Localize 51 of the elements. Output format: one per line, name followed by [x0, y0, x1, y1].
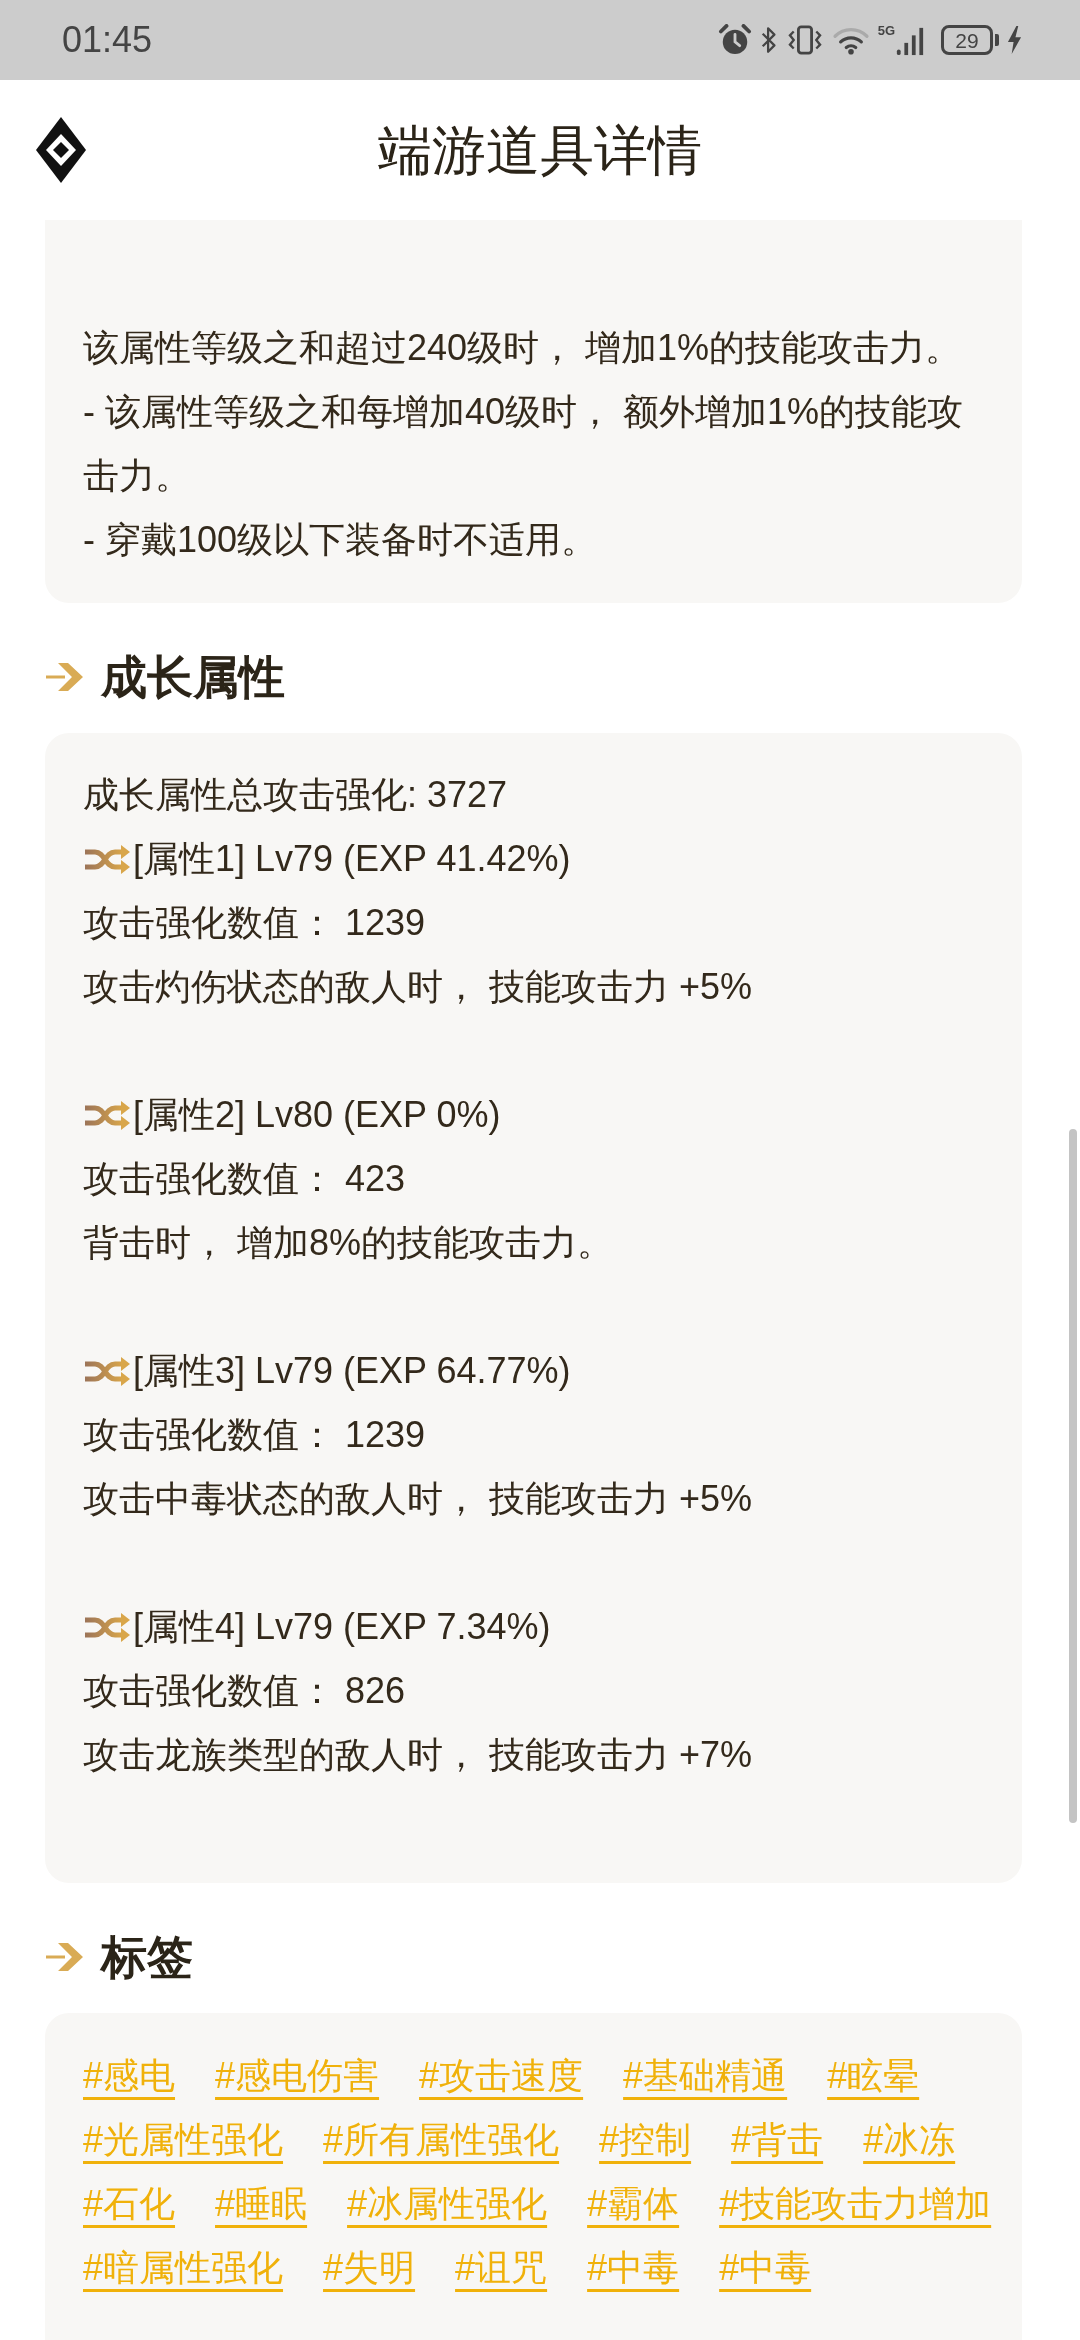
attribute-heading: [属性2] Lv80 (EXP 0%) [133, 1093, 501, 1137]
tag-link[interactable]: #感电伤害 [215, 2044, 380, 2108]
description-text: - 穿戴100级以下装备时不适用。 [83, 518, 599, 562]
attack-value-text: 攻击强化数值： 826 [83, 1669, 407, 1713]
shuffle-icon [83, 1099, 131, 1131]
tag-link[interactable]: #诅咒 [455, 2236, 548, 2300]
section-title: 成长属性 [101, 654, 285, 700]
signal-icon [895, 26, 925, 56]
section-title: 标签 [101, 1934, 193, 1980]
tag-link[interactable]: #中毒 [719, 2236, 812, 2300]
tag-link[interactable]: #攻击速度 [419, 2044, 584, 2108]
tag-link[interactable]: #技能攻击力增加 [719, 2172, 992, 2236]
page-title: 端游道具详情 [378, 123, 702, 177]
logo-icon[interactable] [36, 117, 86, 183]
network-type-label: 5G [877, 24, 895, 37]
tag-link[interactable]: #冰冻 [863, 2108, 956, 2172]
tag-link[interactable]: #中毒 [587, 2236, 680, 2300]
attribute-heading: [属性1] Lv79 (EXP 41.42%) [133, 837, 571, 881]
tag-link[interactable]: #控制 [599, 2108, 692, 2172]
tag-link[interactable]: #暗属性强化 [83, 2236, 284, 2300]
attribute-heading: [属性3] Lv79 (EXP 64.77%) [133, 1349, 571, 1393]
battery-level-text: 29 [955, 29, 979, 51]
tag-link[interactable]: #冰属性强化 [347, 2172, 548, 2236]
effect-text: 攻击灼伤状态的敌人时， 技能攻击力 +5% [83, 965, 754, 1009]
wifi-icon [831, 25, 870, 55]
bluetooth-icon [759, 24, 778, 56]
attack-value-text: 攻击强化数值： 423 [83, 1157, 407, 1201]
tag-link[interactable]: #背击 [731, 2108, 824, 2172]
tag-link[interactable]: #所有属性强化 [323, 2108, 560, 2172]
shuffle-icon [83, 1355, 131, 1387]
tag-link[interactable]: #感电 [83, 2044, 176, 2108]
tag-link[interactable]: #霸体 [587, 2172, 680, 2236]
attack-value-text: 攻击强化数值： 1239 [83, 1413, 427, 1457]
growth-total-text: 成长属性总攻击强化: 3727 [83, 773, 509, 817]
tag-link[interactable]: #失明 [323, 2236, 416, 2300]
effect-text: 攻击中毒状态的敌人时， 技能攻击力 +5% [83, 1477, 754, 1521]
alarm-icon [717, 24, 752, 56]
shuffle-icon [83, 1611, 131, 1643]
description-text: 该属性等级之和超过240级时， 增加1%的技能攻击力。 [83, 326, 963, 370]
shuffle-icon [83, 843, 131, 875]
attack-value-text: 攻击强化数值： 1239 [83, 901, 427, 945]
effect-text: 攻击龙族类型的敌人时， 技能攻击力 +7% [83, 1733, 754, 1777]
tag-link[interactable]: #石化 [83, 2172, 176, 2236]
attribute-heading: [属性4] Lv79 (EXP 7.34%) [133, 1605, 551, 1649]
status-time: 01:45 [62, 22, 153, 58]
tag-link[interactable]: #睡眠 [215, 2172, 308, 2236]
tag-link[interactable]: #眩晕 [827, 2044, 920, 2108]
effect-text: 背击时， 增加8%的技能攻击力。 [83, 1221, 615, 1265]
tag-link[interactable]: #基础精通 [623, 2044, 788, 2108]
tag-link[interactable]: #光属性强化 [83, 2108, 284, 2172]
description-text: - 该属性等级之和每增加40级时， 额外增加1%的技能攻击力。 [83, 390, 965, 498]
